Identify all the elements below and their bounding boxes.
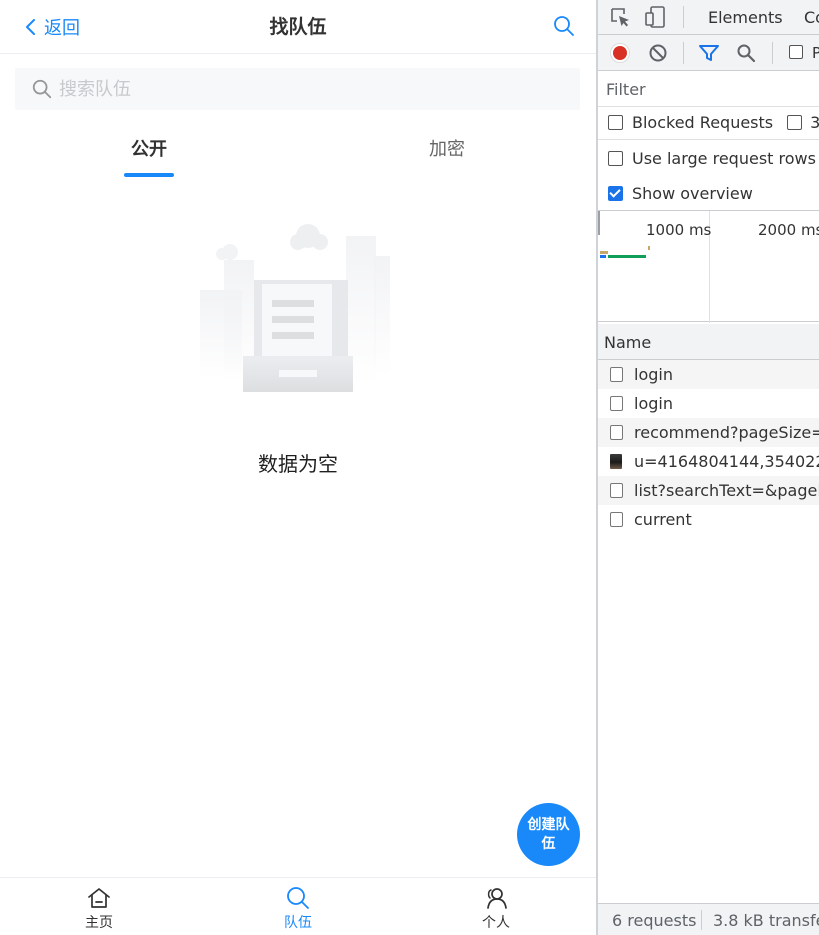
tabbar-label-me: 个人	[482, 915, 510, 931]
network-status-bar: 6 requests 3.8 kB transferr	[598, 903, 819, 935]
request-name: u=4164804144,354022923	[634, 452, 819, 471]
status-divider	[701, 910, 702, 930]
large-rows-checkbox[interactable]	[608, 150, 623, 166]
show-overview-row: Show overview	[598, 177, 819, 209]
overview-marker	[598, 211, 600, 235]
tabbar-item-me[interactable]: 个人	[397, 878, 595, 935]
toolbar-divider	[772, 42, 773, 64]
record-button[interactable]	[610, 43, 630, 63]
toolbar-divider	[683, 42, 684, 64]
document-icon	[610, 367, 623, 382]
name-column-header[interactable]: Name	[604, 333, 651, 352]
request-name: login	[634, 394, 673, 413]
empty-state-text: 数据为空	[258, 452, 338, 476]
active-tab-indicator	[124, 173, 174, 177]
large-rows-label: Use large request rows	[632, 148, 816, 168]
request-row[interactable]: list?searchText=&pageNu	[598, 476, 819, 505]
devtools-tab-strip: Elements Co	[598, 0, 819, 35]
mobile-app: 返回 找队伍 公开 加密	[0, 0, 596, 935]
large-rows-row: Use large request rows	[598, 142, 819, 174]
search-input[interactable]	[59, 78, 539, 100]
request-list: login login recommend?pageSize=3& u=4164…	[598, 360, 819, 534]
tab-elements[interactable]: Elements	[708, 8, 783, 27]
overview-bar	[648, 246, 650, 250]
bottom-tab-bar: 主页 队伍 个人	[0, 877, 596, 935]
image-thumbnail-icon	[610, 454, 622, 469]
document-icon	[610, 483, 623, 498]
third-party-label: 3rd	[810, 113, 819, 132]
filter-icon[interactable]	[698, 43, 720, 63]
page-title: 找队伍	[269, 16, 327, 38]
team-tabs: 公开 加密	[0, 124, 596, 180]
filter-bar	[598, 71, 819, 107]
request-name: recommend?pageSize=3&	[634, 423, 819, 442]
toolbar-divider	[683, 6, 684, 28]
request-name: list?searchText=&pageNu	[634, 481, 819, 500]
overview-bar	[608, 255, 646, 258]
create-team-button[interactable]: 创建队伍	[517, 803, 580, 866]
inspect-element-icon[interactable]	[609, 6, 631, 28]
request-count: 6 requests	[612, 911, 697, 930]
search-bar	[15, 68, 580, 110]
request-row[interactable]: login	[598, 360, 819, 389]
show-overview-checkbox[interactable]	[608, 185, 623, 201]
user-icon	[487, 888, 507, 909]
device-toolbar-icon[interactable]	[644, 5, 666, 29]
overview-tick: 2000 ms	[758, 221, 819, 239]
tabbar-item-team[interactable]: 队伍	[199, 878, 397, 935]
request-name: login	[634, 365, 673, 384]
preserve-log-checkbox[interactable]	[789, 45, 803, 59]
tabbar-label-home: 主页	[85, 915, 113, 931]
tabbar-label-team: 队伍	[284, 915, 312, 931]
network-overview[interactable]: 1000 ms 2000 ms	[598, 210, 819, 323]
tab-public[interactable]: 公开	[0, 124, 298, 180]
overview-tick: 1000 ms	[646, 221, 712, 239]
request-row[interactable]: recommend?pageSize=3&	[598, 418, 819, 447]
tab-console[interactable]: Co	[804, 8, 819, 27]
tabbar-item-home[interactable]: 主页	[0, 878, 198, 935]
blocked-requests-checkbox[interactable]	[608, 115, 623, 130]
request-table-header: Name	[598, 324, 819, 360]
transferred-size: 3.8 kB transferr	[713, 911, 819, 930]
tab-private[interactable]: 加密	[298, 124, 596, 180]
request-row[interactable]: current	[598, 505, 819, 534]
search-icon[interactable]	[552, 14, 576, 38]
blocked-requests-row: Blocked Requests 3rd	[598, 106, 819, 140]
document-icon	[610, 425, 623, 440]
search-icon[interactable]	[736, 43, 756, 63]
devtools-panel: Elements Co P Blocked Requests 3rd Use l…	[596, 0, 819, 935]
search-icon	[287, 887, 309, 909]
request-row[interactable]: login	[598, 389, 819, 418]
home-icon	[88, 888, 110, 908]
overview-bar	[600, 255, 606, 258]
request-row[interactable]: u=4164804144,354022923	[598, 447, 819, 476]
document-icon	[610, 512, 623, 527]
network-toolbar: P	[598, 35, 819, 71]
third-party-checkbox[interactable]	[787, 115, 803, 130]
nav-bar: 返回 找队伍	[0, 0, 596, 54]
show-overview-label: Show overview	[632, 183, 753, 203]
search-icon	[32, 79, 52, 99]
request-name: current	[634, 510, 692, 529]
clear-icon[interactable]	[648, 43, 668, 63]
empty-state-illustration	[200, 224, 390, 392]
filter-input[interactable]	[606, 77, 816, 101]
document-icon	[610, 396, 623, 411]
blocked-requests-label: Blocked Requests	[632, 113, 774, 132]
preserve-log-label: P	[812, 44, 819, 62]
overview-bar	[600, 251, 608, 254]
